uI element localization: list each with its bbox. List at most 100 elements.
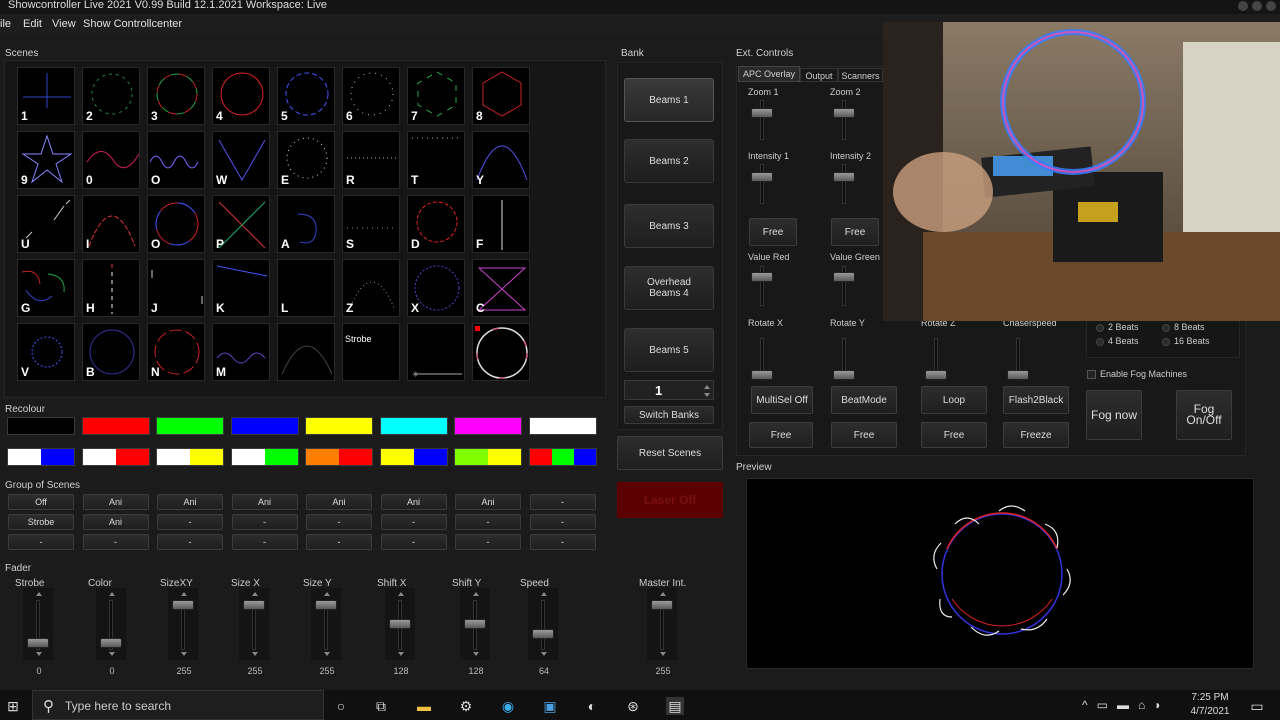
group-scene-button[interactable]: -	[529, 514, 596, 530]
recolour-gradient-swatch[interactable]	[230, 448, 299, 466]
fader-knob[interactable]	[100, 638, 122, 648]
group-scene-button[interactable]: -	[8, 534, 74, 550]
scene-tile[interactable]: K	[212, 259, 270, 317]
fader-up-icon[interactable]	[36, 592, 42, 596]
fader-knob[interactable]	[464, 619, 486, 629]
group-scene-button[interactable]: Ani	[380, 494, 447, 510]
value-red-slider[interactable]	[751, 272, 773, 282]
group-scene-button[interactable]: Ani	[455, 494, 521, 510]
laser-off-button[interactable]: Laser Off	[617, 482, 723, 518]
fader-down-icon[interactable]	[324, 652, 330, 656]
fader-up-icon[interactable]	[252, 592, 258, 596]
value-green-slider[interactable]	[833, 272, 855, 282]
fog-on-off-button[interactable]: Fog On/Off	[1176, 390, 1232, 440]
group-scene-button[interactable]: Ani	[82, 494, 149, 510]
tab-scanners[interactable]: Scanners	[838, 68, 883, 82]
minimize-button[interactable]	[1238, 1, 1248, 11]
fader-up-icon[interactable]	[109, 592, 115, 596]
menu-file[interactable]: ile	[0, 18, 11, 30]
scene-tile[interactable]: 6	[342, 67, 400, 125]
recolour-swatch[interactable]	[528, 417, 597, 435]
scene-tile[interactable]: S	[342, 195, 400, 253]
group-scene-button[interactable]: -	[231, 514, 298, 530]
recolour-swatch[interactable]	[305, 417, 373, 435]
intensity-2-slider[interactable]	[833, 172, 855, 182]
scene-tile[interactable]: R	[342, 131, 400, 189]
group-scene-button[interactable]: -	[529, 494, 596, 510]
fader-down-icon[interactable]	[252, 652, 258, 656]
bank-spinner[interactable]: 1	[624, 380, 714, 400]
scene-tile[interactable]: E	[277, 131, 335, 189]
recolour-swatch[interactable]	[156, 417, 224, 435]
group-scene-button[interactable]: Strobe	[8, 514, 74, 530]
scene-tile[interactable]: Strobe	[342, 323, 400, 381]
intensity-1-slider[interactable]	[751, 172, 773, 182]
fader-up-icon[interactable]	[473, 592, 479, 596]
free-button-4[interactable]: Free	[831, 422, 897, 448]
recolour-gradient-swatch[interactable]	[305, 448, 373, 466]
multisel-off-button[interactable]: MultiSel Off	[751, 386, 813, 414]
fader-up-icon[interactable]	[398, 592, 404, 596]
fader-up-icon[interactable]	[324, 592, 330, 596]
group-scene-button[interactable]: Off	[8, 494, 74, 510]
scene-tile[interactable]: J	[147, 259, 205, 317]
scene-tile[interactable]: B	[82, 323, 140, 381]
fader-down-icon[interactable]	[36, 652, 42, 656]
recolour-gradient-swatch[interactable]	[528, 448, 597, 466]
beats-16-radio[interactable]	[1162, 338, 1170, 346]
fader-down-icon[interactable]	[181, 652, 187, 656]
beats-4-radio[interactable]	[1096, 338, 1104, 346]
menu-edit[interactable]: Edit	[23, 18, 42, 30]
obs-icon[interactable]: ◐	[583, 697, 601, 715]
scene-tile[interactable]: Y	[472, 131, 530, 189]
fog-now-button[interactable]: Fog now	[1086, 390, 1142, 440]
fader-knob[interactable]	[243, 600, 265, 610]
scene-tile[interactable]: O	[147, 195, 205, 253]
scene-tile[interactable]: 5	[277, 67, 335, 125]
windows-start-icon[interactable]: ⊞	[4, 697, 22, 715]
system-tray-icons[interactable]: ^▭▬⌂◗	[1082, 698, 1170, 712]
fader-down-icon[interactable]	[473, 652, 479, 656]
scene-tile[interactable]: M	[212, 323, 270, 381]
switch-banks-button[interactable]: Switch Banks	[624, 406, 714, 424]
fader-knob[interactable]	[172, 600, 194, 610]
scene-tile[interactable]: G	[17, 259, 75, 317]
file-explorer-icon[interactable]: ▬	[415, 697, 433, 715]
loop-button[interactable]: Loop	[921, 386, 987, 414]
scene-tile[interactable]: ✳	[407, 323, 465, 381]
fader-up-icon[interactable]	[660, 592, 666, 596]
active-app-icon[interactable]: ▤	[666, 697, 684, 715]
scene-tile[interactable]: U	[17, 195, 75, 253]
fader-knob[interactable]	[315, 600, 337, 610]
scene-tile[interactable]: N	[147, 323, 205, 381]
menu-show-controllcenter[interactable]: Show Controllcenter	[83, 18, 182, 30]
bank-beams-2-button[interactable]: Beams 2	[624, 139, 714, 183]
recolour-swatch[interactable]	[454, 417, 522, 435]
chaserspeed-slider[interactable]	[1007, 370, 1029, 380]
scene-tile[interactable]: P	[212, 195, 270, 253]
bank-beams-5-button[interactable]: Beams 5	[624, 328, 714, 372]
fader-down-icon[interactable]	[109, 652, 115, 656]
bank-beams-1-button[interactable]: Beams 1	[624, 78, 714, 122]
group-scene-button[interactable]: -	[306, 514, 372, 530]
tab-apc-overlay[interactable]: APC Overlay	[738, 66, 800, 82]
scene-tile[interactable]: 8	[472, 67, 530, 125]
freeze-button[interactable]: Freeze	[1003, 422, 1069, 448]
notifications-icon[interactable]: ▭	[1248, 697, 1266, 715]
scene-tile[interactable]: F	[472, 195, 530, 253]
recolour-gradient-swatch[interactable]	[379, 448, 448, 466]
scene-tile[interactable]: L	[277, 259, 335, 317]
fader-down-icon[interactable]	[541, 652, 547, 656]
scene-tile[interactable]: 9	[17, 131, 75, 189]
scene-tile[interactable]: H	[82, 259, 140, 317]
free-button-2[interactable]: Free	[831, 218, 879, 246]
scene-tile[interactable]	[472, 323, 530, 381]
scene-tile[interactable]: W	[212, 131, 270, 189]
bank-overhead-beams-4-button[interactable]: Overhead Beams 4	[624, 266, 714, 310]
fader-knob[interactable]	[651, 600, 673, 610]
fader-up-icon[interactable]	[541, 592, 547, 596]
fader-down-icon[interactable]	[398, 652, 404, 656]
group-scene-button[interactable]: Ani	[306, 494, 372, 510]
task-view-icon[interactable]: ⧉	[372, 697, 390, 715]
group-scene-button[interactable]: Ani	[157, 494, 223, 510]
